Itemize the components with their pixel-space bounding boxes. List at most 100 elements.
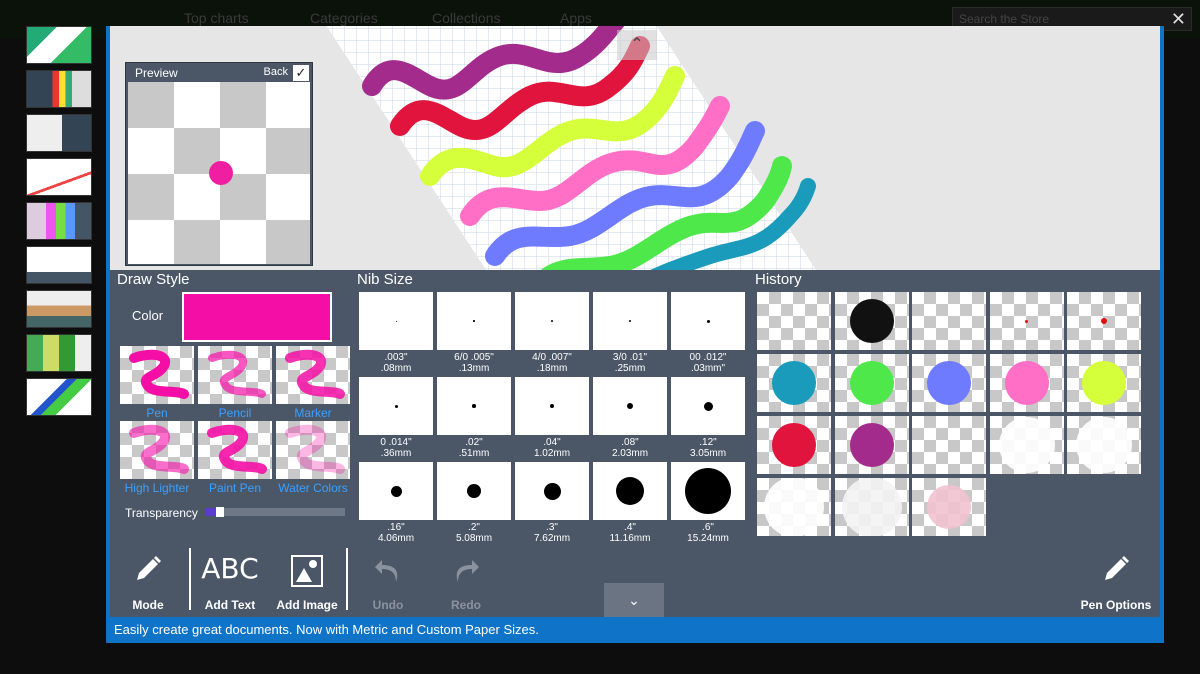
thumbnail[interactable] [26,26,92,64]
nib-size-mm: 3.05mm [689,448,727,459]
collapse-down-button[interactable]: ⌄ [604,583,664,617]
nib-size-option[interactable] [515,292,589,350]
preview-back-checkbox[interactable]: ✓ [293,65,309,81]
thumbnail[interactable] [26,158,92,196]
nib-dot [551,320,553,322]
draw-style-high-lighter[interactable] [120,421,194,479]
history-item[interactable] [1067,354,1141,412]
thumbnail[interactable] [26,202,92,240]
undo-button[interactable]: Undo [366,554,410,612]
draw-style-marker[interactable] [276,346,350,404]
nib-size-option[interactable] [671,462,745,520]
app-content: ⌃ Preview Back ✓ Draw Style Color Transp… [110,26,1160,617]
nib-size-mm: 2.03mm [611,448,649,459]
history-item[interactable] [989,354,1064,412]
nib-size-option[interactable] [437,462,511,520]
history-item[interactable] [834,416,909,474]
nib-size-label: .003" .08mm [359,352,433,374]
nib-size-option[interactable] [359,377,433,435]
pencil-icon [137,556,161,580]
nib-size-option[interactable] [671,377,745,435]
mode-button[interactable]: Mode [126,554,170,612]
nib-size-option[interactable] [437,377,511,435]
undo-icon [375,560,398,582]
history-item[interactable] [912,354,986,412]
store-nav-apps: Apps [560,10,592,26]
history-item[interactable] [912,478,986,536]
transparency-slider[interactable] [205,507,345,517]
nib-size-inches: .16" [387,522,405,533]
thumbnail[interactable] [26,334,92,372]
thumbnail[interactable] [26,290,92,328]
nib-dot [703,401,713,411]
nib-size-option[interactable] [593,462,667,520]
history-swatch [841,478,902,536]
nib-size-title: Nib Size [357,271,413,288]
history-item[interactable] [989,416,1064,474]
nib-size-option[interactable] [593,377,667,435]
thumbnail[interactable] [26,378,92,416]
pen-options-label: Pen Options [1080,598,1152,612]
nib-size-inches: .003" [384,352,408,363]
thumbnail[interactable] [26,114,92,152]
history-item[interactable] [1067,416,1141,474]
nib-size-option[interactable] [671,292,745,350]
thumbnail[interactable] [26,70,92,108]
draw-style-pen[interactable] [120,346,194,404]
draw-style-water-colors[interactable] [276,421,350,479]
history-item[interactable] [1067,292,1141,350]
draw-style-pencil[interactable] [198,346,272,404]
add-image-button[interactable]: Add Image [276,554,338,612]
thumbnail[interactable] [26,246,92,284]
nib-dot [394,404,398,408]
nib-size-mm: .36mm [380,448,412,459]
draw-style-paint-pen[interactable] [198,421,272,479]
nib-size-mm: .03mm" [690,363,726,374]
history-swatch [927,361,971,405]
nib-size-option[interactable] [515,377,589,435]
history-item[interactable] [912,292,986,350]
history-item[interactable] [834,292,909,350]
history-item[interactable] [834,478,909,536]
close-icon[interactable]: ✕ [1171,10,1186,28]
stroke-sample [129,424,189,474]
draw-style-label: High Lighter [124,481,190,495]
nib-size-option[interactable] [437,292,511,350]
add-text-button[interactable]: ABC Add Text [198,554,262,613]
nib-dot [467,484,481,498]
history-item[interactable] [834,354,909,412]
nib-size-label: 4/0 .007" .18mm [515,352,589,374]
nib-size-option[interactable] [515,462,589,520]
collapse-up-button[interactable]: ⌃ [617,30,657,60]
nib-dot [616,477,644,505]
color-swatch[interactable] [182,292,332,342]
transparency-slider-thumb[interactable] [216,507,224,517]
pen-options-button[interactable]: Pen Options [1076,554,1156,612]
history-item[interactable] [757,354,831,412]
redo-button[interactable]: Redo [444,554,488,612]
history-swatch [1076,417,1132,473]
nib-size-label: .04" 1.02mm [515,437,589,459]
preview-back-label: Back [263,66,288,78]
nib-size-mm: 7.62mm [533,533,571,544]
transparency-slider-fill [205,508,216,516]
screenshot-thumbnails [26,26,92,422]
nib-size-option[interactable] [359,462,433,520]
nib-size-option[interactable] [593,292,667,350]
store-nav-collections: Collections [432,10,501,26]
history-item[interactable] [757,292,831,350]
drawing-canvas[interactable]: ⌃ Preview Back ✓ [110,26,1160,270]
color-label: Color [132,308,164,323]
nib-size-option[interactable] [359,292,433,350]
history-swatch [772,361,816,405]
history-item[interactable] [912,416,986,474]
history-item[interactable] [989,292,1064,350]
redo-label: Redo [451,598,481,612]
nib-dot [390,485,402,497]
history-swatch [1082,361,1126,405]
toolbar-separator [346,548,348,610]
redo-icon [456,560,479,582]
history-item[interactable] [757,416,831,474]
history-item[interactable] [757,478,831,536]
nib-size-mm: .08mm [380,363,412,374]
